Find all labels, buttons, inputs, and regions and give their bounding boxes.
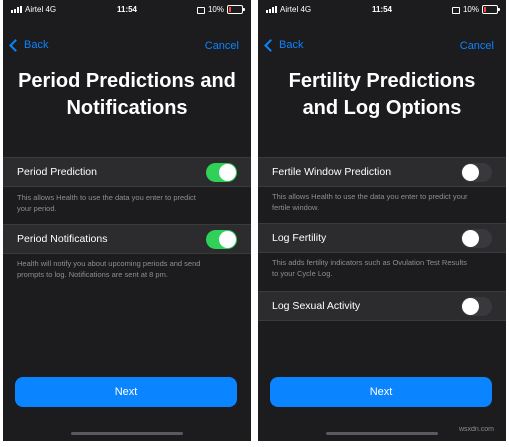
next-button[interactable]: Next: [15, 377, 237, 407]
chevron-left-icon: [9, 38, 22, 52]
fertile-window-prediction-toggle[interactable]: [461, 163, 492, 182]
log-sexual-activity-label: Log Sexual Activity: [272, 300, 361, 312]
battery-percent: 10%: [462, 5, 479, 14]
orientation-lock-icon: [451, 7, 460, 14]
page-title-line-1: Period Predictions and: [18, 70, 236, 92]
status-bar: Airtel 4G 11:54 10%: [3, 0, 251, 20]
period-notifications-toggle[interactable]: [206, 230, 237, 249]
description-line: This allows Health to use the data you e…: [17, 193, 196, 202]
status-bar: Airtel 4G 11:54 10%: [258, 0, 506, 20]
log-fertility-description: This adds fertility indicators such as O…: [272, 257, 492, 279]
battery-percent: 10%: [207, 5, 224, 14]
cancel-button[interactable]: Cancel: [205, 40, 239, 52]
chevron-left-icon: [264, 38, 277, 52]
next-button[interactable]: Next: [270, 377, 492, 407]
fertile-window-prediction-row: Fertile Window Prediction: [258, 157, 506, 187]
toggle-knob: [462, 230, 479, 247]
toggle-knob: [219, 231, 236, 248]
battery-icon: [227, 5, 245, 14]
toggle-knob: [462, 298, 479, 315]
back-label: Back: [24, 39, 49, 51]
status-right: 10%: [451, 5, 500, 14]
page-title-line-2: Notifications: [66, 97, 188, 119]
period-notifications-row: Period Notifications: [3, 224, 251, 254]
page-title-line-2: and Log Options: [302, 97, 462, 119]
page-title: Period Predictions and Notifications: [11, 68, 243, 122]
home-indicator[interactable]: [326, 432, 438, 435]
period-notifications-label: Period Notifications: [17, 233, 108, 245]
page-title: Fertility Predictions and Log Options: [266, 68, 498, 122]
back-button[interactable]: Back: [9, 38, 49, 52]
watermark: wsxdn.com: [458, 426, 494, 433]
log-fertility-label: Log Fertility: [272, 232, 327, 244]
battery-icon: [482, 5, 500, 14]
toggle-knob: [462, 164, 479, 181]
status-right: 10%: [196, 5, 245, 14]
cancel-button[interactable]: Cancel: [460, 40, 494, 52]
page-title-line-1: Fertility Predictions: [288, 70, 476, 92]
description-line: fertile window.: [272, 203, 320, 212]
orientation-lock-icon: [196, 7, 205, 14]
period-prediction-description: This allows Health to use the data you e…: [17, 192, 237, 214]
period-prediction-toggle[interactable]: [206, 163, 237, 182]
log-fertility-toggle[interactable]: [461, 229, 492, 248]
description-line: prompts to log. Notifications are sent a…: [17, 270, 168, 279]
log-sexual-activity-toggle[interactable]: [461, 297, 492, 316]
description-line: to your Cycle Log.: [272, 269, 333, 278]
description-line: This adds fertility indicators such as O…: [272, 258, 467, 267]
screenshot-stage: Airtel 4G 11:54 10% Back Cancel Period P…: [0, 0, 509, 447]
period-prediction-label: Period Prediction: [17, 166, 97, 178]
description-line: This allows Health to use the data you e…: [272, 192, 468, 201]
fertile-window-description: This allows Health to use the data you e…: [272, 191, 492, 213]
period-notifications-description: Health will notify you about upcoming pe…: [17, 258, 237, 280]
log-sexual-activity-row: Log Sexual Activity: [258, 291, 506, 321]
description-line: your period.: [17, 204, 57, 213]
description-line: Health will notify you about upcoming pe…: [17, 259, 201, 268]
log-fertility-row: Log Fertility: [258, 223, 506, 253]
period-prediction-row: Period Prediction: [3, 157, 251, 187]
home-indicator[interactable]: [71, 432, 183, 435]
left-phone-screen: Airtel 4G 11:54 10% Back Cancel Period P…: [3, 0, 251, 441]
fertile-window-prediction-label: Fertile Window Prediction: [272, 166, 392, 178]
back-button[interactable]: Back: [264, 38, 304, 52]
right-phone-screen: Airtel 4G 11:54 10% Back Cancel Fertilit…: [258, 0, 506, 441]
back-label: Back: [279, 39, 304, 51]
toggle-knob: [219, 164, 236, 181]
